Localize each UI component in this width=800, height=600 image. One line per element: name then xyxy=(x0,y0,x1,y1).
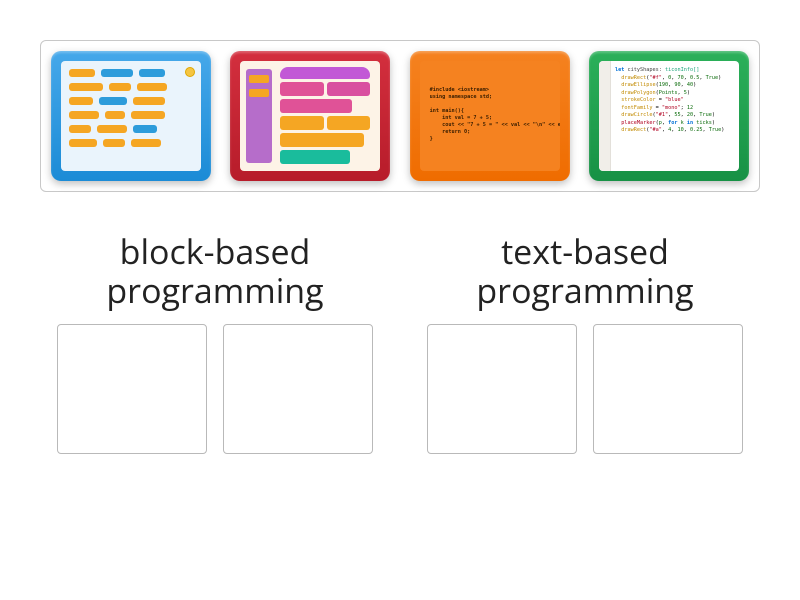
cards-tray: #include <iostream> using namespace std;… xyxy=(40,40,760,192)
card-c-code[interactable]: #include <iostream> using namespace std;… xyxy=(410,51,570,181)
card-scratch-palette[interactable] xyxy=(51,51,211,181)
category-title: text-based programming xyxy=(420,232,750,310)
drop-slot[interactable] xyxy=(427,324,577,454)
card-image: let cityShapes: ticonInfo[] drawRect("#f… xyxy=(599,61,739,171)
card-ide-code[interactable]: let cityShapes: ticonInfo[] drawRect("#f… xyxy=(589,51,749,181)
code-snippet: let cityShapes: ticonInfo[] drawRect("#f… xyxy=(615,67,724,135)
categories-row: block-based programming text-based progr… xyxy=(40,232,760,454)
activity-stage: #include <iostream> using namespace std;… xyxy=(0,0,800,454)
card-image xyxy=(61,61,201,171)
drop-slot[interactable] xyxy=(57,324,207,454)
category-title: block-based programming xyxy=(50,232,380,310)
card-image: #include <iostream> using namespace std;… xyxy=(420,61,560,171)
drop-slot[interactable] xyxy=(223,324,373,454)
card-scratch-script[interactable] xyxy=(230,51,390,181)
code-snippet: #include <iostream> using namespace std;… xyxy=(430,87,560,143)
category-text-based: text-based programming xyxy=(420,232,750,454)
category-block-based: block-based programming xyxy=(50,232,380,454)
card-image xyxy=(240,61,380,171)
drop-slot[interactable] xyxy=(593,324,743,454)
